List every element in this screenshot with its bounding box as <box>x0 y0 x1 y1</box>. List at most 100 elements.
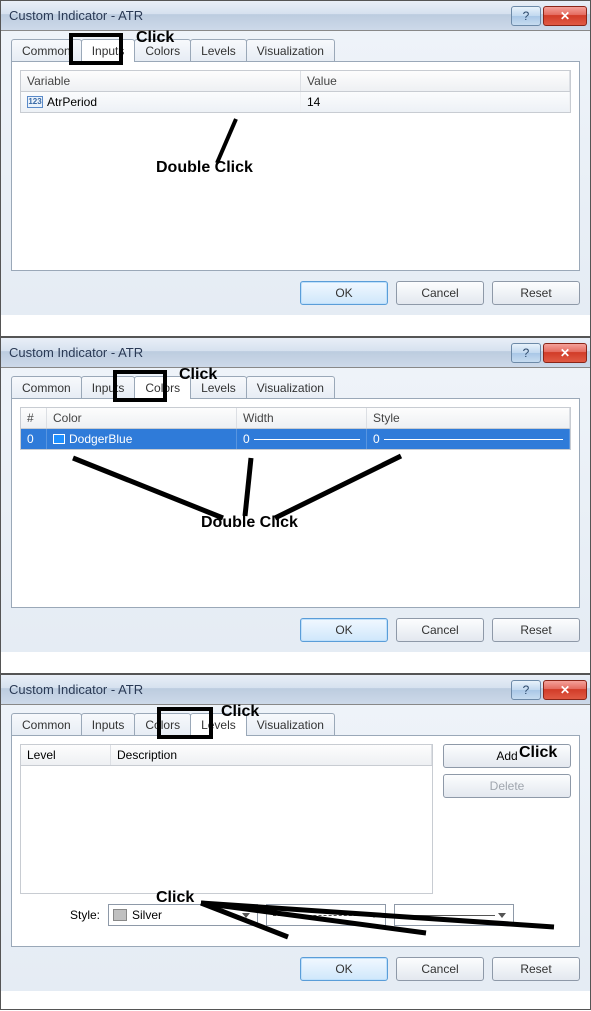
chevron-down-icon <box>495 908 509 922</box>
tabstrip: Common Inputs Colors Levels Visualizatio… <box>11 39 580 62</box>
color-name: DodgerBlue <box>69 432 132 446</box>
inputs-panel: Variable Value 123 AtrPeriod 14 <box>11 61 580 271</box>
col-color: Color <box>47 408 237 428</box>
ok-button[interactable]: OK <box>300 618 388 642</box>
tab-colors[interactable]: Colors <box>134 376 191 399</box>
tab-inputs[interactable]: Inputs <box>81 376 136 399</box>
color-swatch-icon <box>53 434 65 444</box>
titlebar: Custom Indicator - ATR ? ✕ <box>1 1 590 31</box>
style-line-icon <box>384 439 563 440</box>
style-color-combo[interactable]: Silver <box>108 904 258 926</box>
col-level: Level <box>21 745 111 765</box>
help-button[interactable]: ? <box>511 343 541 363</box>
window-title: Custom Indicator - ATR <box>9 345 511 360</box>
tab-visualization[interactable]: Visualization <box>246 376 335 399</box>
ok-button[interactable]: OK <box>300 281 388 305</box>
style-label: Style: <box>20 908 100 922</box>
colors-row[interactable]: 0 DodgerBlue 0 0 <box>20 429 571 450</box>
dialog-inputs: Custom Indicator - ATR ? ✕ Common Inputs… <box>0 0 591 337</box>
tab-levels[interactable]: Levels <box>190 39 247 62</box>
levels-grid[interactable]: Level Description <box>20 744 433 894</box>
reset-button[interactable]: Reset <box>492 281 580 305</box>
levels-container: Level Description Add Delete <box>20 744 571 894</box>
close-icon: ✕ <box>560 9 570 23</box>
colors-grid-header: # Color Width Style <box>20 407 571 429</box>
titlebar-buttons: ? ✕ <box>511 680 590 700</box>
close-icon: ✕ <box>560 683 570 697</box>
col-value: Value <box>301 71 570 91</box>
tabstrip: Common Inputs Colors Levels Visualizatio… <box>11 713 580 736</box>
tab-common[interactable]: Common <box>11 39 82 62</box>
ok-button[interactable]: OK <box>300 957 388 981</box>
titlebar-buttons: ? ✕ <box>511 343 590 363</box>
row-num: 0 <box>21 429 47 449</box>
style-width-combo[interactable] <box>394 904 514 926</box>
tab-inputs[interactable]: Inputs <box>81 39 136 62</box>
variable-name: AtrPeriod <box>47 95 97 109</box>
titlebar: Custom Indicator - ATR ? ✕ <box>1 338 590 368</box>
thin-line-icon <box>401 915 495 916</box>
tab-visualization[interactable]: Visualization <box>246 713 335 736</box>
style-color-text: Silver <box>132 908 162 922</box>
cancel-button[interactable]: Cancel <box>396 957 484 981</box>
cancel-button[interactable]: Cancel <box>396 618 484 642</box>
close-button[interactable]: ✕ <box>543 343 587 363</box>
chevron-down-icon <box>367 908 381 922</box>
row-color[interactable]: DodgerBlue <box>47 429 237 449</box>
width-line-icon <box>254 439 360 440</box>
button-row: OK Cancel Reset <box>11 271 580 305</box>
style-dash-combo[interactable] <box>266 904 386 926</box>
dialog-body: Common Inputs Colors Levels Visualizatio… <box>1 31 590 315</box>
help-button[interactable]: ? <box>511 680 541 700</box>
dialog-body: Common Inputs Colors Levels Visualizatio… <box>1 368 590 652</box>
reset-button[interactable]: Reset <box>492 618 580 642</box>
tab-inputs[interactable]: Inputs <box>81 713 136 736</box>
chevron-down-icon <box>239 908 253 922</box>
variable-value[interactable]: 14 <box>301 92 570 112</box>
silver-swatch-icon <box>113 909 127 921</box>
inputs-row[interactable]: 123 AtrPeriod 14 <box>20 92 571 113</box>
dash-line-icon <box>273 915 367 916</box>
close-button[interactable]: ✕ <box>543 6 587 26</box>
level-side-buttons: Add Delete <box>443 744 571 894</box>
col-description: Description <box>111 745 432 765</box>
tab-common[interactable]: Common <box>11 713 82 736</box>
help-icon: ? <box>523 9 530 23</box>
col-variable: Variable <box>21 71 301 91</box>
style-row: Style: Silver <box>20 904 571 926</box>
help-icon: ? <box>523 683 530 697</box>
button-row: OK Cancel Reset <box>11 608 580 642</box>
add-button[interactable]: Add <box>443 744 571 768</box>
tab-levels[interactable]: Levels <box>190 713 247 736</box>
levels-grid-header: Level Description <box>21 745 432 766</box>
row-style[interactable]: 0 <box>367 429 570 449</box>
cancel-button[interactable]: Cancel <box>396 281 484 305</box>
integer-type-icon: 123 <box>27 96 43 108</box>
close-icon: ✕ <box>560 346 570 360</box>
tabstrip: Common Inputs Colors Levels Visualizatio… <box>11 376 580 399</box>
delete-button[interactable]: Delete <box>443 774 571 798</box>
reset-button[interactable]: Reset <box>492 957 580 981</box>
inputs-grid-header: Variable Value <box>20 70 571 92</box>
dialog-body: Common Inputs Colors Levels Visualizatio… <box>1 705 590 991</box>
col-width: Width <box>237 408 367 428</box>
tab-colors[interactable]: Colors <box>134 713 191 736</box>
row-width[interactable]: 0 <box>237 429 367 449</box>
colors-panel: # Color Width Style 0 DodgerBlue 0 0 <box>11 398 580 608</box>
levels-panel: Level Description Add Delete Style: Silv… <box>11 735 580 947</box>
tab-levels[interactable]: Levels <box>190 376 247 399</box>
help-icon: ? <box>523 346 530 360</box>
dialog-levels: Custom Indicator - ATR ? ✕ Common Inputs… <box>0 674 591 1010</box>
help-button[interactable]: ? <box>511 6 541 26</box>
window-title: Custom Indicator - ATR <box>9 8 511 23</box>
col-num: # <box>21 408 47 428</box>
tab-common[interactable]: Common <box>11 376 82 399</box>
tab-colors[interactable]: Colors <box>134 39 191 62</box>
tab-visualization[interactable]: Visualization <box>246 39 335 62</box>
window-title: Custom Indicator - ATR <box>9 682 511 697</box>
col-style: Style <box>367 408 570 428</box>
dialog-colors: Custom Indicator - ATR ? ✕ Common Inputs… <box>0 337 591 674</box>
close-button[interactable]: ✕ <box>543 680 587 700</box>
button-row: OK Cancel Reset <box>11 947 580 981</box>
titlebar: Custom Indicator - ATR ? ✕ <box>1 675 590 705</box>
